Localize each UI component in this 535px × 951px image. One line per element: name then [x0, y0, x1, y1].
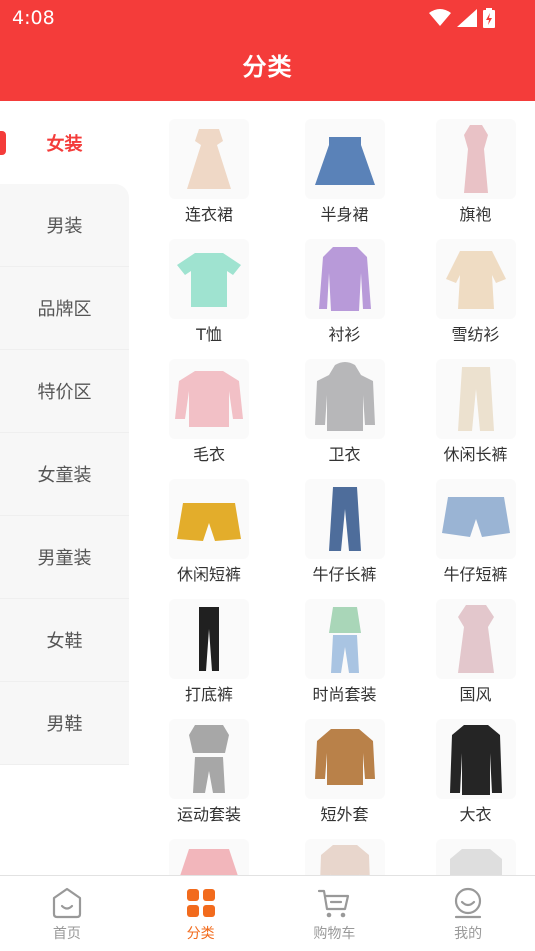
category-item[interactable]: 牛仔长裤: [279, 461, 410, 584]
profile-icon: [455, 887, 482, 919]
sidebar-item-men-shoes[interactable]: 男鞋: [0, 682, 129, 765]
category-item[interactable]: 时尚套装: [279, 581, 410, 704]
sidebar-item-label: 品牌区: [37, 299, 92, 320]
dress-icon: [169, 119, 249, 199]
category-item[interactable]: 旗袍: [410, 101, 535, 224]
category-item[interactable]: [139, 821, 279, 875]
tracksuit-icon: [169, 719, 249, 799]
category-item[interactable]: 卫衣: [279, 341, 410, 464]
signal-icon: [457, 9, 477, 27]
tab-label: 首页: [52, 926, 81, 942]
battery-icon: [483, 8, 495, 28]
tab-home[interactable]: 首页: [0, 876, 134, 951]
category-sidebar: 女装 男装 品牌区 特价区 女童装 男童装 女鞋 男鞋: [0, 101, 129, 768]
category-grid: 连衣裙 半身裙 旗袍 T恤 衬衫 雪纺衫毛衣 卫衣 休闲长裤休闲短裤 牛仔长裤 牛仔短裤打底裤 时尚…: [129, 101, 535, 875]
category-item[interactable]: T恤: [139, 221, 279, 344]
denim-shorts-icon: [435, 479, 516, 559]
sidebar-item-brands[interactable]: 品牌区: [0, 267, 129, 350]
pants-icon: [435, 359, 516, 439]
outfit-icon: [304, 599, 385, 679]
sidebar-item-women-shoes[interactable]: 女鞋: [0, 599, 129, 682]
cart-icon: [318, 889, 350, 918]
active-indicator: [0, 131, 6, 155]
coat-icon: [304, 839, 385, 875]
sweater-icon: [169, 359, 249, 439]
category-item[interactable]: 打底裤: [139, 581, 279, 704]
tab-label: 分类: [186, 926, 215, 942]
tab-category[interactable]: 分类: [134, 876, 268, 951]
status-bar: 4:08: [0, 0, 535, 36]
shorts-icon: [169, 479, 249, 559]
sidebar-item-women[interactable]: 女装: [0, 101, 129, 184]
tshirt-icon: [169, 239, 249, 319]
wifi-icon: [429, 9, 451, 26]
shirt-icon: [304, 239, 385, 319]
tab-label: 我的: [454, 926, 483, 942]
sidebar-item-label: 女童装: [37, 465, 92, 486]
sidebar-item-label: 男鞋: [46, 714, 83, 735]
sidebar-item-girls[interactable]: 女童装: [0, 433, 129, 516]
category-item[interactable]: 短外套: [279, 701, 410, 824]
category-item[interactable]: 大衣: [410, 701, 535, 824]
category-item[interactable]: 运动套装: [139, 701, 279, 824]
blazer-icon: [435, 839, 516, 875]
bottom-tab-bar: 首页 分类 购物车 我的: [0, 875, 535, 951]
page-title: 分类: [242, 53, 293, 81]
sidebar-item-sale[interactable]: 特价区: [0, 350, 129, 433]
sidebar-item-label: 男装: [46, 216, 83, 237]
title-bar: 分类: [0, 36, 535, 101]
category-grid-panel: 连衣裙 半身裙 旗袍 T恤 衬衫 雪纺衫毛衣 卫衣 休闲长裤休闲短裤 牛仔长裤 牛仔短裤打底裤 时尚…: [129, 101, 535, 875]
tab-cart[interactable]: 购物车: [268, 876, 402, 951]
category-item[interactable]: 雪纺衫: [410, 221, 535, 344]
hoodie-icon: [304, 359, 385, 439]
category-item[interactable]: [410, 821, 535, 875]
home-icon: [52, 887, 81, 919]
system-icons: [429, 8, 495, 28]
status-time: 4:08: [12, 7, 55, 29]
category-item[interactable]: 连衣裙: [139, 101, 279, 224]
tab-profile[interactable]: 我的: [401, 876, 535, 951]
qipao-icon: [435, 119, 516, 199]
sidebar-item-boys[interactable]: 男童装: [0, 516, 129, 599]
category-icon: [186, 889, 215, 917]
category-item[interactable]: 休闲短裤: [139, 461, 279, 584]
category-item[interactable]: 国风: [410, 581, 535, 704]
category-item[interactable]: 半身裙: [279, 101, 410, 224]
sidebar-item-label: 特价区: [37, 382, 92, 403]
blouse-icon: [435, 239, 516, 319]
category-item[interactable]: 毛衣: [139, 341, 279, 464]
leggings-icon: [169, 599, 249, 679]
tab-label: 购物车: [313, 926, 356, 942]
sidebar-item-men[interactable]: 男装: [0, 184, 129, 267]
sidebar-item-label: 女装: [46, 133, 83, 155]
sidebar-item-label: 女鞋: [46, 631, 83, 652]
skirt-icon: [304, 119, 385, 199]
category-item[interactable]: 休闲长裤: [410, 341, 535, 464]
hanfu-icon: [435, 599, 516, 679]
jacket-icon: [304, 719, 385, 799]
category-item[interactable]: [279, 821, 410, 875]
category-item[interactable]: 衬衫: [279, 221, 410, 344]
sidebar-item-label: 男童装: [37, 548, 92, 569]
puffer-icon: [169, 839, 249, 875]
jeans-icon: [304, 479, 385, 559]
category-item[interactable]: 牛仔短裤: [410, 461, 535, 584]
coat-icon: [435, 719, 516, 799]
